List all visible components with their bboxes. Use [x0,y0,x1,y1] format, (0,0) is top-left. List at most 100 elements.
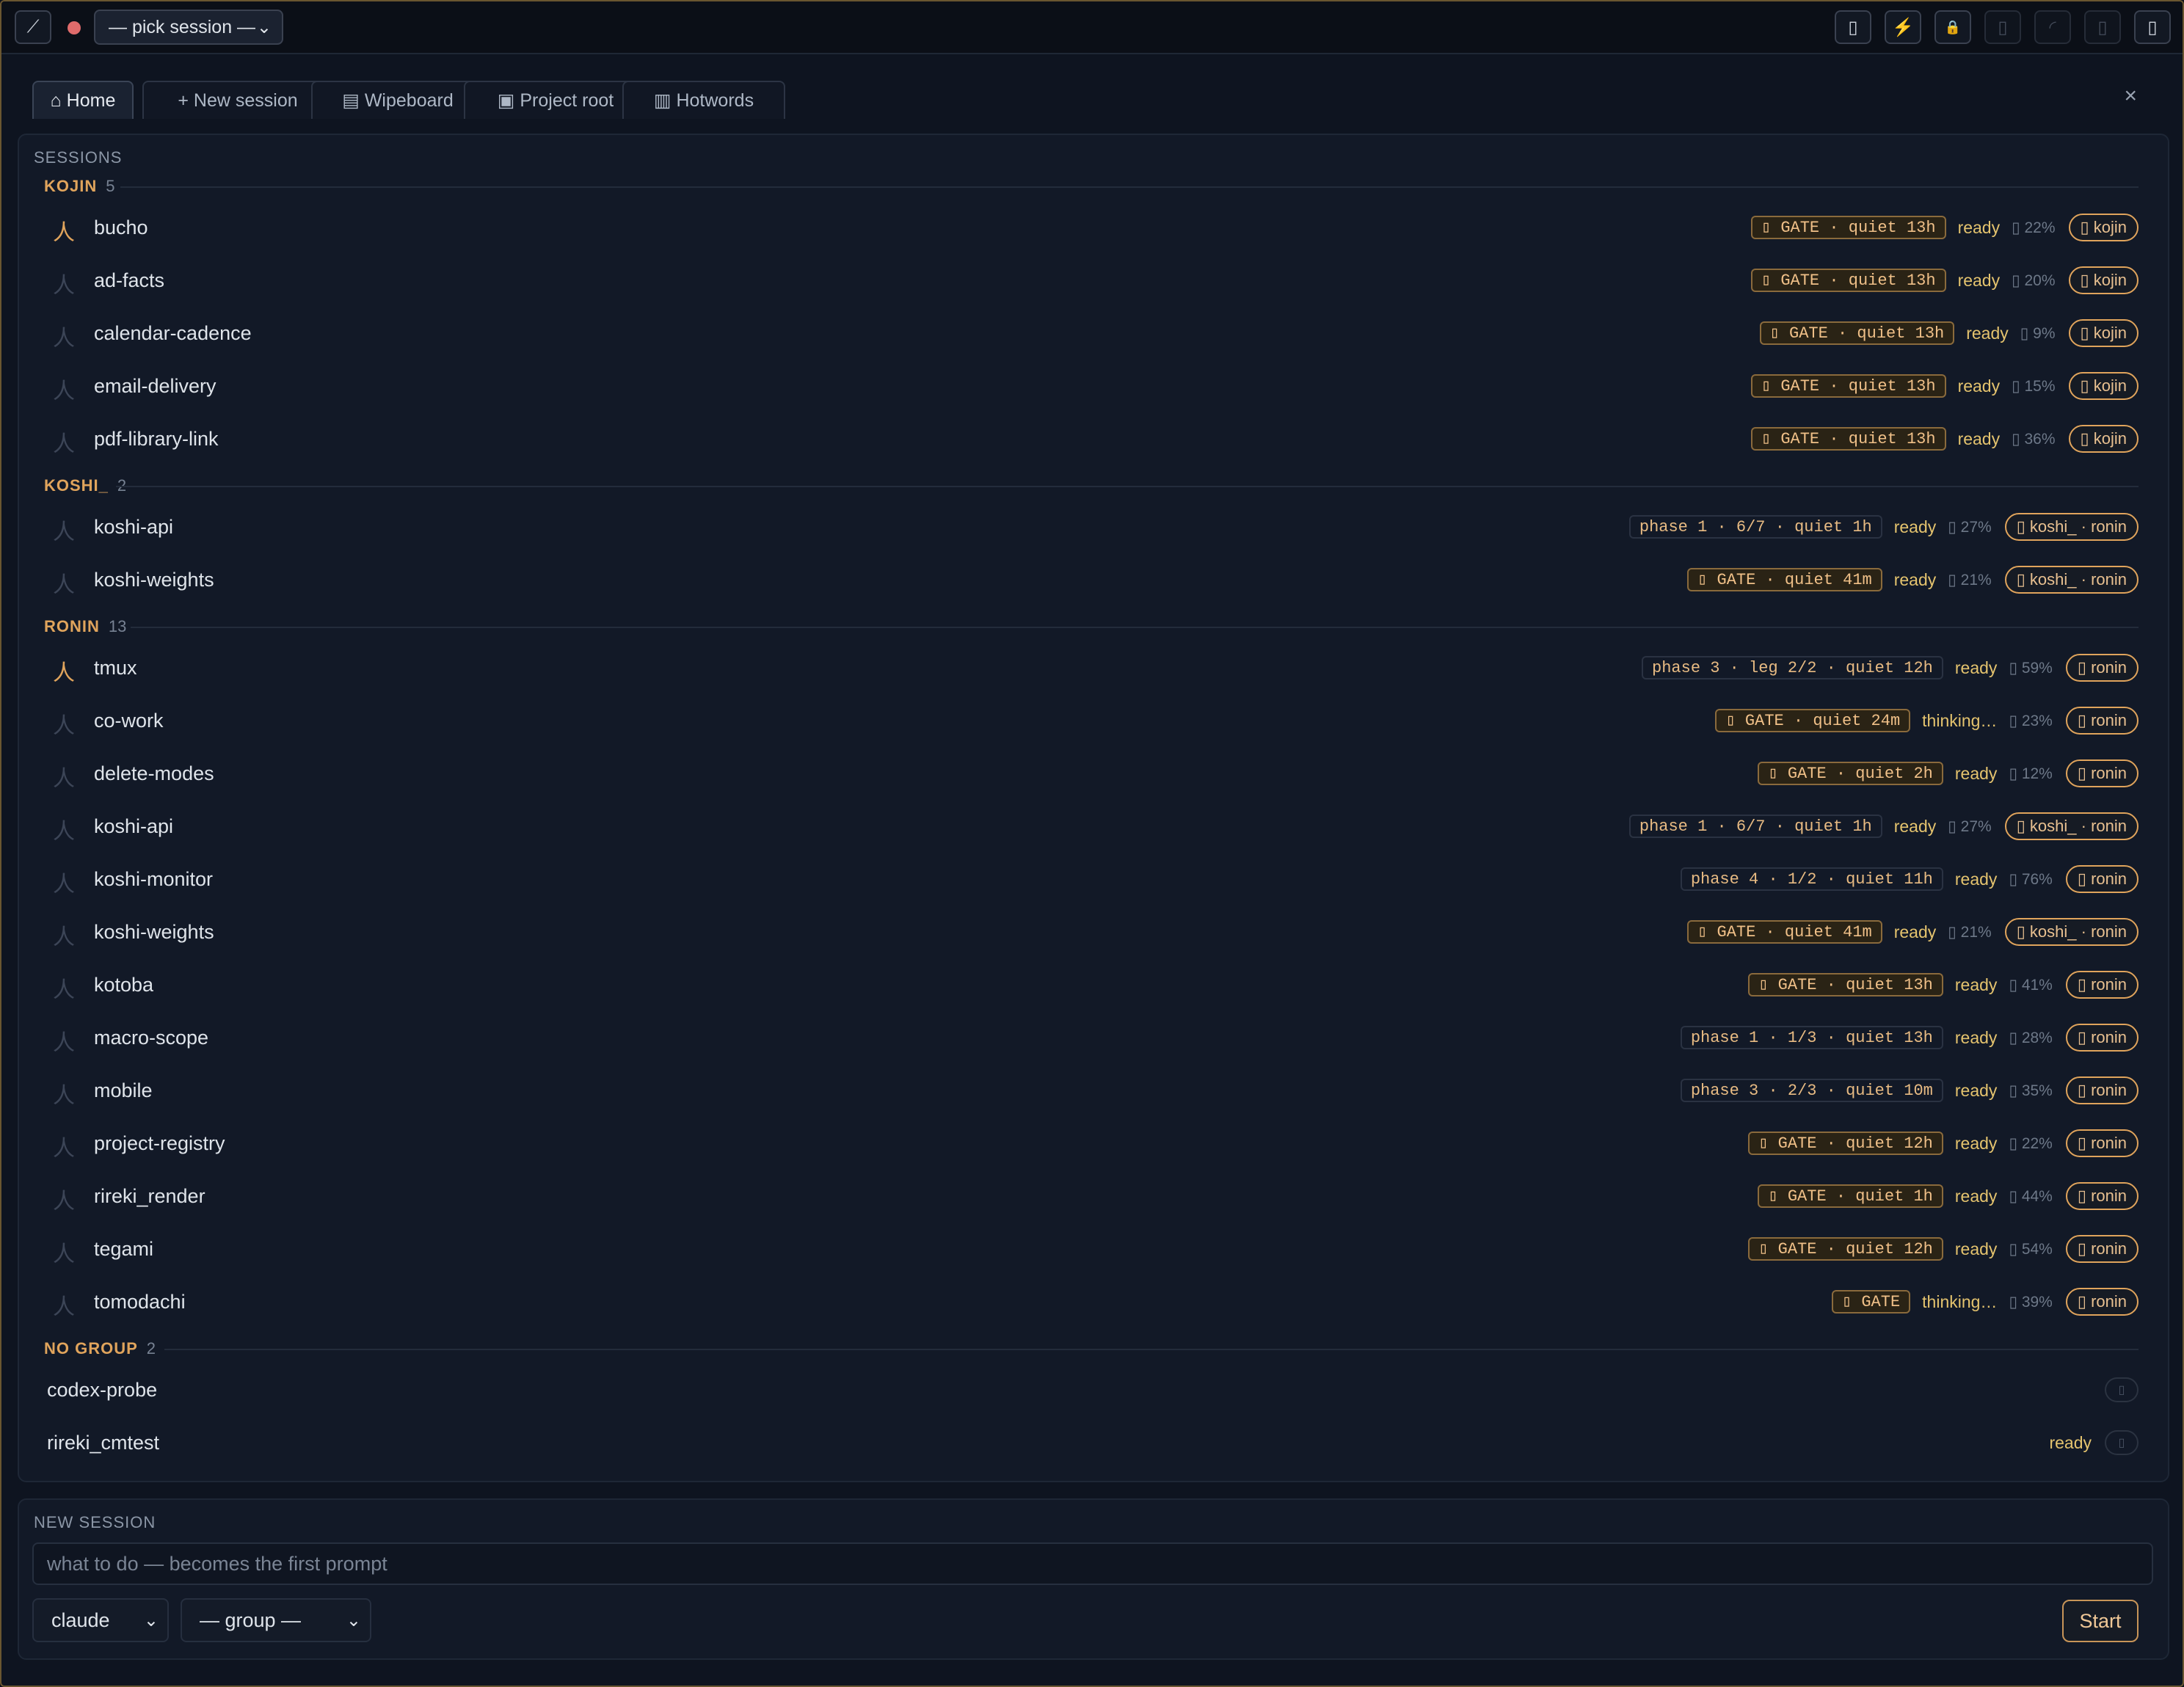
close-icon[interactable]: × [2124,84,2137,109]
context-percent: ▯ 27% [1948,518,1992,536]
spinner-icon[interactable]: ◜ [2034,10,2071,44]
gate-badge: ▯ GATE [1831,1290,1911,1313]
group-tag-button[interactable]: ▯ koshi_ · ronin [2004,918,2138,946]
tab-home[interactable]: ⌂ Home [32,81,134,119]
session-row[interactable]: 人 macro-scope phase 1 · 1/3 · quiet 13h rea… [31,1016,2138,1060]
session-row[interactable]: 人 calendar-cadence ▯ GATE · quiet 13h ready… [31,311,2138,355]
group-tag-button[interactable]: ▯ ronin [2065,971,2138,999]
group-tag-button[interactable]: ▯ ronin [2065,1076,2138,1104]
session-meta: ready ▯ [2037,1429,2138,1457]
status-text: ready [1893,922,1937,941]
session-row[interactable]: 人 koshi-api phase 1 · 6/7 · quiet 1h ready ▯… [31,804,2138,848]
session-row[interactable]: 人 pdf-library-link ▯ GATE · quiet 13h ready… [31,417,2138,461]
person-icon: 人 [53,1137,75,1161]
group-tag-button[interactable]: ▯ kojin [2068,319,2138,347]
person-icon: 人 [53,379,75,404]
session-name: delete-modes [94,762,214,784]
group-divider [120,186,2138,188]
session-name: koshi-api [94,815,174,837]
group-select[interactable]: — group — ⌄ [181,1598,371,1642]
group-tag-button[interactable]: ▯ kojin [2068,372,2138,400]
start-button[interactable]: Start [2062,1600,2138,1642]
session-row[interactable]: 人 co-work ▯ GATE · quiet 24m thinking… ▯ 23%… [31,699,2138,743]
prompt-input[interactable]: what to do — becomes the first prompt [32,1542,2153,1585]
group-select-value: — group — [200,1608,302,1631]
group-tag-button[interactable]: ▯ ronin [2065,1024,2138,1052]
group-tag-button[interactable]: ▯ ronin [2065,707,2138,735]
group-tag-button[interactable]: ▯ kojin [2068,425,2138,453]
panel-icon[interactable]: ▯ [1835,10,1871,44]
session-meta: ▯ GATE thinking… ▯ 39% ▯ ronin [1831,1288,2138,1316]
context-percent: ▯ 20% [2012,272,2056,289]
session-name: calendar-cadence [94,322,252,344]
session-row[interactable]: 人 project-registry ▯ GATE · quiet 12h ready… [31,1121,2138,1165]
group-tag-button[interactable]: ▯ koshi_ · ronin [2004,513,2138,541]
context-percent: ▯ 21% [1948,923,1992,941]
gate-badge: ▯ GATE · quiet 12h [1748,1132,1943,1155]
context-percent: ▯ 54% [2009,1240,2053,1258]
session-row[interactable]: 人 ad-facts ▯ GATE · quiet 13h ready ▯ 20% ▯ k… [31,258,2138,302]
group-tag-button[interactable]: ▯ ronin [2065,1288,2138,1316]
session-row[interactable]: 人 rireki_render ▯ GATE · quiet 1h ready ▯ 44… [31,1174,2138,1218]
session-meta: ▯ GATE · quiet 41m ready ▯ 21% ▯ koshi_ · r… [1687,566,2138,594]
agent-select[interactable]: claude ⌄ [32,1598,169,1642]
group-tag-button[interactable]: ▯ kojin [2068,214,2138,241]
group-tag-button[interactable]: ▯ kojin [2068,266,2138,294]
group-tag-button[interactable]: ▯ ronin [2065,865,2138,893]
session-row[interactable]: 人 koshi-weights ▯ GATE · quiet 41m ready ▯ 2… [31,558,2138,602]
group-tag-button[interactable]: ▯ koshi_ · ronin [2004,812,2138,840]
status-text: ready [1954,1239,1998,1258]
person-icon: 人 [53,520,75,544]
session-row[interactable]: 人 tegami ▯ GATE · quiet 12h ready ▯ 54% ▯ ron… [31,1227,2138,1271]
group-tag-button[interactable]: ▯ ronin [2065,1182,2138,1210]
session-row[interactable]: 人 email-delivery ▯ GATE · quiet 13h ready ▯ … [31,364,2138,408]
session-row[interactable]: 人 koshi-monitor phase 4 · 1/2 · quiet 11h r… [31,857,2138,901]
session-picker[interactable]: — pick session — ⌄ [94,10,283,45]
session-row[interactable]: 人 delete-modes ▯ GATE · quiet 2h ready ▯ 12%… [31,751,2138,795]
tab-hotwords[interactable]: ▥ Hotwords [622,81,785,119]
session-row[interactable]: 人 tomodachi ▯ GATE thinking… ▯ 39% ▯ ronin [31,1280,2138,1324]
session-row[interactable]: rireki_cmtest ready ▯ [31,1421,2138,1465]
tab-wipeboard[interactable]: ▤ Wipeboard [311,81,484,119]
group-divider [164,1349,2138,1350]
session-row[interactable]: 人 tmux phase 3 · leg 2/2 · quiet 12h ready ▯… [31,646,2138,690]
session-row[interactable]: 人 koshi-api phase 1 · 6/7 · quiet 1h ready ▯… [31,505,2138,549]
group-count: 2 [146,1339,156,1358]
blank-icon[interactable]: ▯ [1984,10,2021,44]
group-tag-button[interactable]: ▯ ronin [2065,759,2138,787]
session-row[interactable]: 人 kotoba ▯ GATE · quiet 13h ready ▯ 41% ▯ ron… [31,963,2138,1007]
phase-badge: phase 1 · 6/7 · quiet 1h [1628,815,1882,838]
gate-badge: ▯ GATE · quiet 41m [1687,920,1882,944]
session-meta: ▯ GATE · quiet 41m ready ▯ 21% ▯ koshi_ · r… [1687,918,2138,946]
new-session-title: NEW SESSION [34,1513,156,1531]
group-tag-button[interactable]: ▯ ronin [2065,654,2138,682]
context-percent: ▯ 27% [1948,817,1992,835]
assign-group-button[interactable]: ▯ [2105,1430,2138,1455]
context-percent: ▯ 15% [2012,377,2056,395]
lock-icon[interactable]: 🔒 [1934,10,1971,44]
session-row[interactable]: codex-probe ▯ [31,1368,2138,1412]
group-tag-button[interactable]: ▯ ronin [2065,1129,2138,1157]
blank-icon[interactable]: ▯ [2084,10,2121,44]
tab-project-root[interactable]: ▣ Project root [464,81,647,119]
bolt-icon[interactable]: ⚡ [1885,10,1921,44]
session-meta: phase 1 · 1/3 · quiet 13h ready ▯ 28% ▯ ron… [1680,1024,2138,1052]
group-name: RONIN [44,617,100,635]
tab-new-session[interactable]: + New session [142,81,333,119]
person-icon: 人 [53,1295,75,1319]
group-tag-button[interactable]: ▯ ronin [2065,1235,2138,1263]
chevron-down-icon: ⌄ [143,1611,159,1630]
session-name: ad-facts [94,269,165,291]
session-row[interactable]: 人 mobile phase 3 · 2/3 · quiet 10m ready ▯ 3… [31,1068,2138,1112]
session-meta: ▯ GATE · quiet 2h ready ▯ 12% ▯ ronin [1758,759,2138,787]
session-meta: phase 3 · leg 2/2 · quiet 12h ready ▯ 59% ▯… [1642,654,2138,682]
session-row[interactable]: 人 bucho ▯ GATE · quiet 13h ready ▯ 22% ▯ koji… [31,205,2138,249]
session-row[interactable]: 人 koshi-weights ▯ GATE · quiet 41m ready ▯ 2… [31,910,2138,954]
session-name: koshi-weights [94,569,214,591]
group-tag-button[interactable]: ▯ koshi_ · ronin [2004,566,2138,594]
logo-button[interactable]: ⟋ [15,10,51,44]
status-text: ready [1966,323,2009,343]
assign-group-button[interactable]: ▯ [2105,1377,2138,1402]
panel-right-icon[interactable]: ▯ [2134,10,2171,44]
context-percent: ▯ 35% [2009,1082,2053,1099]
